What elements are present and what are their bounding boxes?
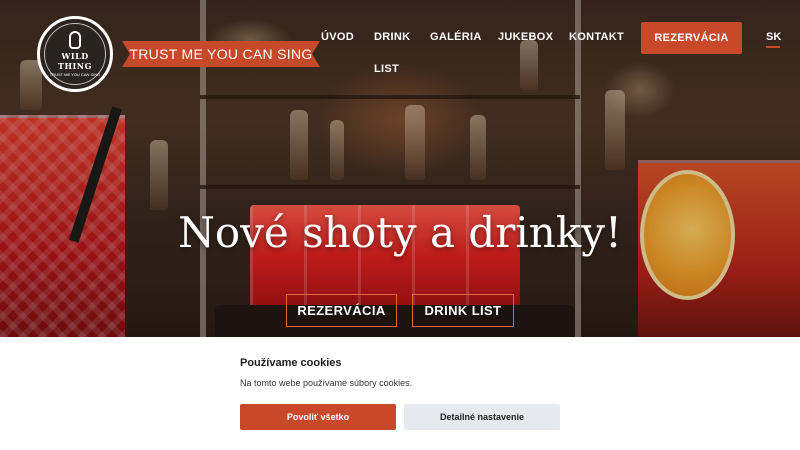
cookie-settings-button[interactable]: Detailné nastavenie — [404, 404, 560, 430]
nav-item-jukebox[interactable]: JUKEBOX — [498, 31, 553, 43]
nav-item-drink-list-line2[interactable]: LIST — [374, 63, 399, 75]
hero-reservation-button[interactable]: REZERVÁCIA — [286, 294, 397, 327]
logo-ring: WILD THING TRUST ME YOU CAN SING — [44, 23, 106, 85]
cookie-accept-all-button[interactable]: Povoliť všetko — [240, 404, 396, 430]
cookie-title: Používame cookies — [240, 357, 342, 369]
nav-reservation-button[interactable]: REZERVÁCIA — [641, 22, 742, 54]
language-switcher[interactable]: SK — [766, 31, 781, 43]
hero-headline: Nové shoty a drinky! — [178, 208, 622, 257]
cookie-text: Na tomto webe používame súbory cookies. — [240, 378, 413, 388]
site-logo[interactable]: WILD THING TRUST ME YOU CAN SING — [37, 16, 113, 92]
cookie-banner — [0, 337, 800, 450]
logo-name: WILD THING — [58, 51, 92, 71]
logo-subtitle: TRUST ME YOU CAN SING — [49, 72, 101, 77]
hero-drink-list-button[interactable]: DRINK LIST — [412, 294, 514, 327]
nav-item-uvod[interactable]: ÚVOD — [321, 31, 354, 43]
nav-item-kontakt[interactable]: KONTAKT — [569, 31, 624, 43]
language-underline — [766, 46, 780, 48]
nav-item-galeria[interactable]: GALÉRIA — [430, 31, 482, 43]
nav-item-drink-list[interactable]: DRINK — [374, 31, 410, 43]
microphone-icon — [69, 31, 81, 49]
tagline-ribbon: TRUST ME YOU CAN SING — [122, 41, 320, 67]
